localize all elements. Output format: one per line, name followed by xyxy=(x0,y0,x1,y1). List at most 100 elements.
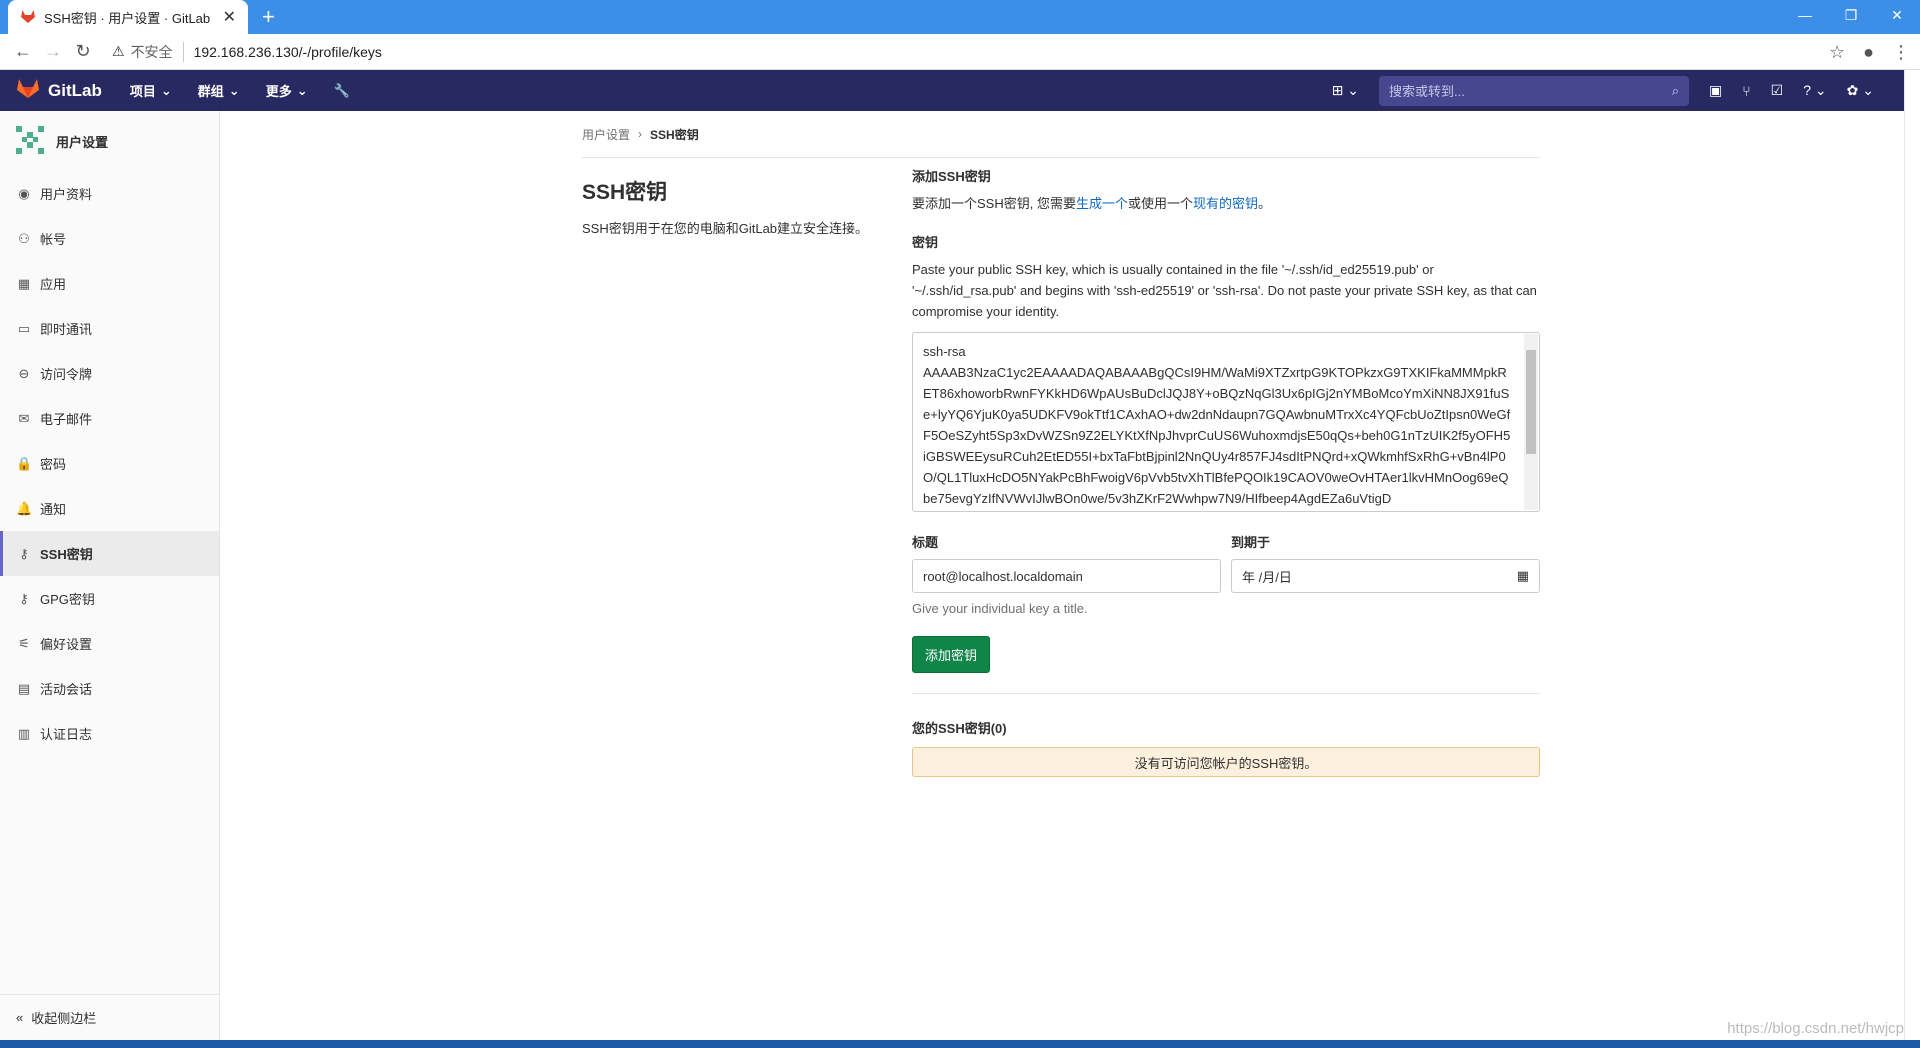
sidebar-item-label: GPG密钥 xyxy=(40,592,95,607)
intro-prefix: 要添加一个SSH密钥, 您需要 xyxy=(912,196,1076,211)
url-text[interactable]: 192.168.236.130/-/profile/keys xyxy=(194,44,382,60)
search-icon: ⌕ xyxy=(1671,82,1680,98)
sidebar-item[interactable]: 🔒 密码 xyxy=(0,441,219,486)
sidebar-item[interactable]: ⚷ SSH密钥 xyxy=(0,531,219,576)
search-input[interactable]: 搜索或转到... ⌕ xyxy=(1379,75,1690,106)
chevron-down-icon: ⌄ xyxy=(296,82,308,98)
key-label: 密钥 xyxy=(912,235,939,250)
sidebar-item[interactable]: ✉ 电子邮件 xyxy=(0,396,219,441)
log-icon: ▥ xyxy=(17,725,31,741)
sidebar-item-label: 活动会话 xyxy=(40,682,93,697)
navbar-right: ⊞ ⌄ 搜索或转到... ⌕ ▣ ⑂ ☑ ? ⌄ ✿ ⌄ xyxy=(1332,75,1874,106)
browser-tab-bar: SSH密钥 · 用户设置 · GitLab ✕ + — ❐ ✕ xyxy=(0,0,1920,34)
page-description: SSH密钥用于在您的电脑和GitLab建立安全连接。 xyxy=(582,221,869,236)
collapse-sidebar-button[interactable]: « 收起侧边栏 xyxy=(0,994,219,1040)
plus-square-icon[interactable]: ⊞ ⌄ xyxy=(1332,82,1359,99)
intro-text: 要添加一个SSH密钥, 您需要生成一个或使用一个现有的密钥。 xyxy=(912,193,1540,214)
user-avatar-icon xyxy=(12,122,48,161)
key-value: ssh-rsa AAAAB3NzaC1yc2EAAAADAQABAAABgQCs… xyxy=(923,344,1511,506)
lock-icon: 🔒 xyxy=(16,455,33,471)
sidebar-item-label: 电子邮件 xyxy=(40,412,93,427)
sidebar-item-label: 认证日志 xyxy=(40,727,93,742)
key-textarea[interactable]: ssh-rsa AAAAB3NzaC1yc2EAAAADAQABAAABgQCs… xyxy=(912,332,1540,512)
sidebar-item[interactable]: ⚷ GPG密钥 xyxy=(0,576,219,621)
window-close-icon[interactable]: ✕ xyxy=(1874,0,1920,30)
sidebar: 用户设置 ◉ 用户资料 ⚇ 帐号 ▦ 应用 ▭ 即时通讯 ⊖ 访问令牌 ✉ 电子邮件 🔒 密码 🔔 通知 ⚷ SS… xyxy=(0,111,220,1040)
profile-icon[interactable]: ● xyxy=(1863,42,1874,63)
mail-icon: ✉ xyxy=(18,410,30,426)
sidebar-item-label: 偏好设置 xyxy=(40,637,93,652)
applications-icon: ▦ xyxy=(17,275,31,291)
title-input[interactable]: root@localhost.localdomain xyxy=(912,559,1221,593)
wrench-icon[interactable]: 🔧 xyxy=(334,83,350,99)
restore-icon[interactable]: ❐ xyxy=(1828,0,1874,30)
help-icon[interactable]: ? ⌄ xyxy=(1803,82,1826,99)
sidebar-item[interactable]: ⊖ 访问令牌 xyxy=(0,351,219,396)
scroll-thumb[interactable] xyxy=(1526,350,1536,454)
sidebar-item[interactable]: ▤ 活动会话 xyxy=(0,666,219,711)
sidebar-item[interactable]: ◉ 用户资料 xyxy=(0,171,219,216)
watermark: https://blog.csdn.net/hwjcp xyxy=(1727,1020,1904,1037)
title-hint: Give your individual key a title. xyxy=(912,601,1088,616)
monitor-icon: ▤ xyxy=(17,680,31,696)
nav-projects[interactable]: 项目 ⌄ xyxy=(130,81,172,100)
generate-key-link[interactable]: 生成一个 xyxy=(1076,196,1128,211)
issues-icon[interactable]: ▣ xyxy=(1709,82,1722,99)
scrollbar[interactable] xyxy=(1524,334,1538,510)
back-icon[interactable]: ← xyxy=(8,41,38,62)
breadcrumb-current[interactable]: SSH密钥 xyxy=(650,126,699,143)
sidebar-header[interactable]: 用户设置 xyxy=(0,111,219,171)
chevron-down-icon: ⌄ xyxy=(228,82,240,98)
your-keys-title: 您的SSH密钥(0) xyxy=(912,721,1007,736)
token-icon: ⊖ xyxy=(18,365,30,381)
empty-keys-alert: 没有可访问您帐户的SSH密钥。 xyxy=(912,747,1540,777)
sidebar-item[interactable]: ▦ 应用 xyxy=(0,261,219,306)
new-tab-icon[interactable]: + xyxy=(262,5,275,29)
nav-groups[interactable]: 群组 ⌄ xyxy=(198,81,240,100)
nav-label: 更多 xyxy=(265,84,292,99)
gitlab-logo[interactable]: GitLab xyxy=(16,77,102,104)
calendar-icon[interactable]: ▦ xyxy=(1517,568,1529,584)
breadcrumb-parent[interactable]: 用户设置 xyxy=(582,126,630,143)
expires-field-group: 到期于 年 /月/日 ▦ xyxy=(1231,532,1540,593)
avatar[interactable]: ✿ ⌄ xyxy=(1847,82,1874,99)
forward-icon[interactable]: → xyxy=(38,41,68,62)
intro-suffix: 。 xyxy=(1258,196,1272,211)
add-key-button[interactable]: 添加密钥 xyxy=(912,636,991,673)
menu-icon[interactable]: ⋮ xyxy=(1892,42,1910,63)
chat-icon: ▭ xyxy=(17,320,31,336)
key-icon: ⚷ xyxy=(19,590,29,606)
search-placeholder: 搜索或转到... xyxy=(1389,84,1465,99)
merge-requests-icon[interactable]: ⑂ xyxy=(1742,83,1750,99)
warning-icon: ⚠ xyxy=(112,43,125,59)
window-controls: — ❐ ✕ xyxy=(1782,0,1920,30)
sidebar-item[interactable]: ▥ 认证日志 xyxy=(0,711,219,756)
sidebar-item[interactable]: ⚇ 帐号 xyxy=(0,216,219,261)
minimize-icon[interactable]: — xyxy=(1782,0,1828,30)
divider xyxy=(912,693,1540,694)
todo-icon[interactable]: ☑ xyxy=(1771,82,1784,99)
star-icon[interactable]: ☆ xyxy=(1829,42,1845,63)
key-icon: ⚷ xyxy=(19,545,29,561)
ssh-key-form: 添加SSH密钥 要添加一个SSH密钥, 您需要生成一个或使用一个现有的密钥。 密… xyxy=(912,166,1540,777)
sidebar-item-label: 即时通讯 xyxy=(40,322,93,337)
sidebar-item[interactable]: ⚟ 偏好设置 xyxy=(0,621,219,666)
title-expiry-row: 标题 root@localhost.localdomain 到期于 年 /月/日… xyxy=(912,532,1540,593)
page-scroll-track[interactable] xyxy=(1904,70,1920,1040)
sidebar-item[interactable]: ▭ 即时通讯 xyxy=(0,306,219,351)
reload-icon[interactable]: ↻ xyxy=(68,41,98,62)
url-field[interactable]: ⚠ 不安全 192.168.236.130/-/profile/keys xyxy=(112,41,382,62)
existing-key-link[interactable]: 现有的密钥 xyxy=(1193,196,1258,211)
sidebar-item-label: 访问令牌 xyxy=(40,367,93,382)
browser-tab[interactable]: SSH密钥 · 用户设置 · GitLab ✕ xyxy=(8,0,248,34)
bell-icon: 🔔 xyxy=(16,500,33,516)
tab-title: SSH密钥 · 用户设置 · GitLab xyxy=(44,10,211,26)
sidebar-item-label: SSH密钥 xyxy=(40,547,93,562)
address-bar: ← → ↻ ⚠ 不安全 192.168.236.130/-/profile/ke… xyxy=(0,34,1920,70)
nav-label: 群组 xyxy=(197,84,224,99)
sidebar-item[interactable]: 🔔 通知 xyxy=(0,486,219,531)
gitlab-navbar: GitLab 项目 ⌄ 群组 ⌄ 更多 ⌄ 🔧 ⊞ ⌄ 搜索或转到... ⌕ ▣ ⑂ … xyxy=(0,70,1904,111)
nav-more[interactable]: 更多 ⌄ xyxy=(266,81,308,100)
close-icon[interactable]: ✕ xyxy=(223,7,236,27)
expires-date-input[interactable]: 年 /月/日 ▦ xyxy=(1231,559,1540,593)
